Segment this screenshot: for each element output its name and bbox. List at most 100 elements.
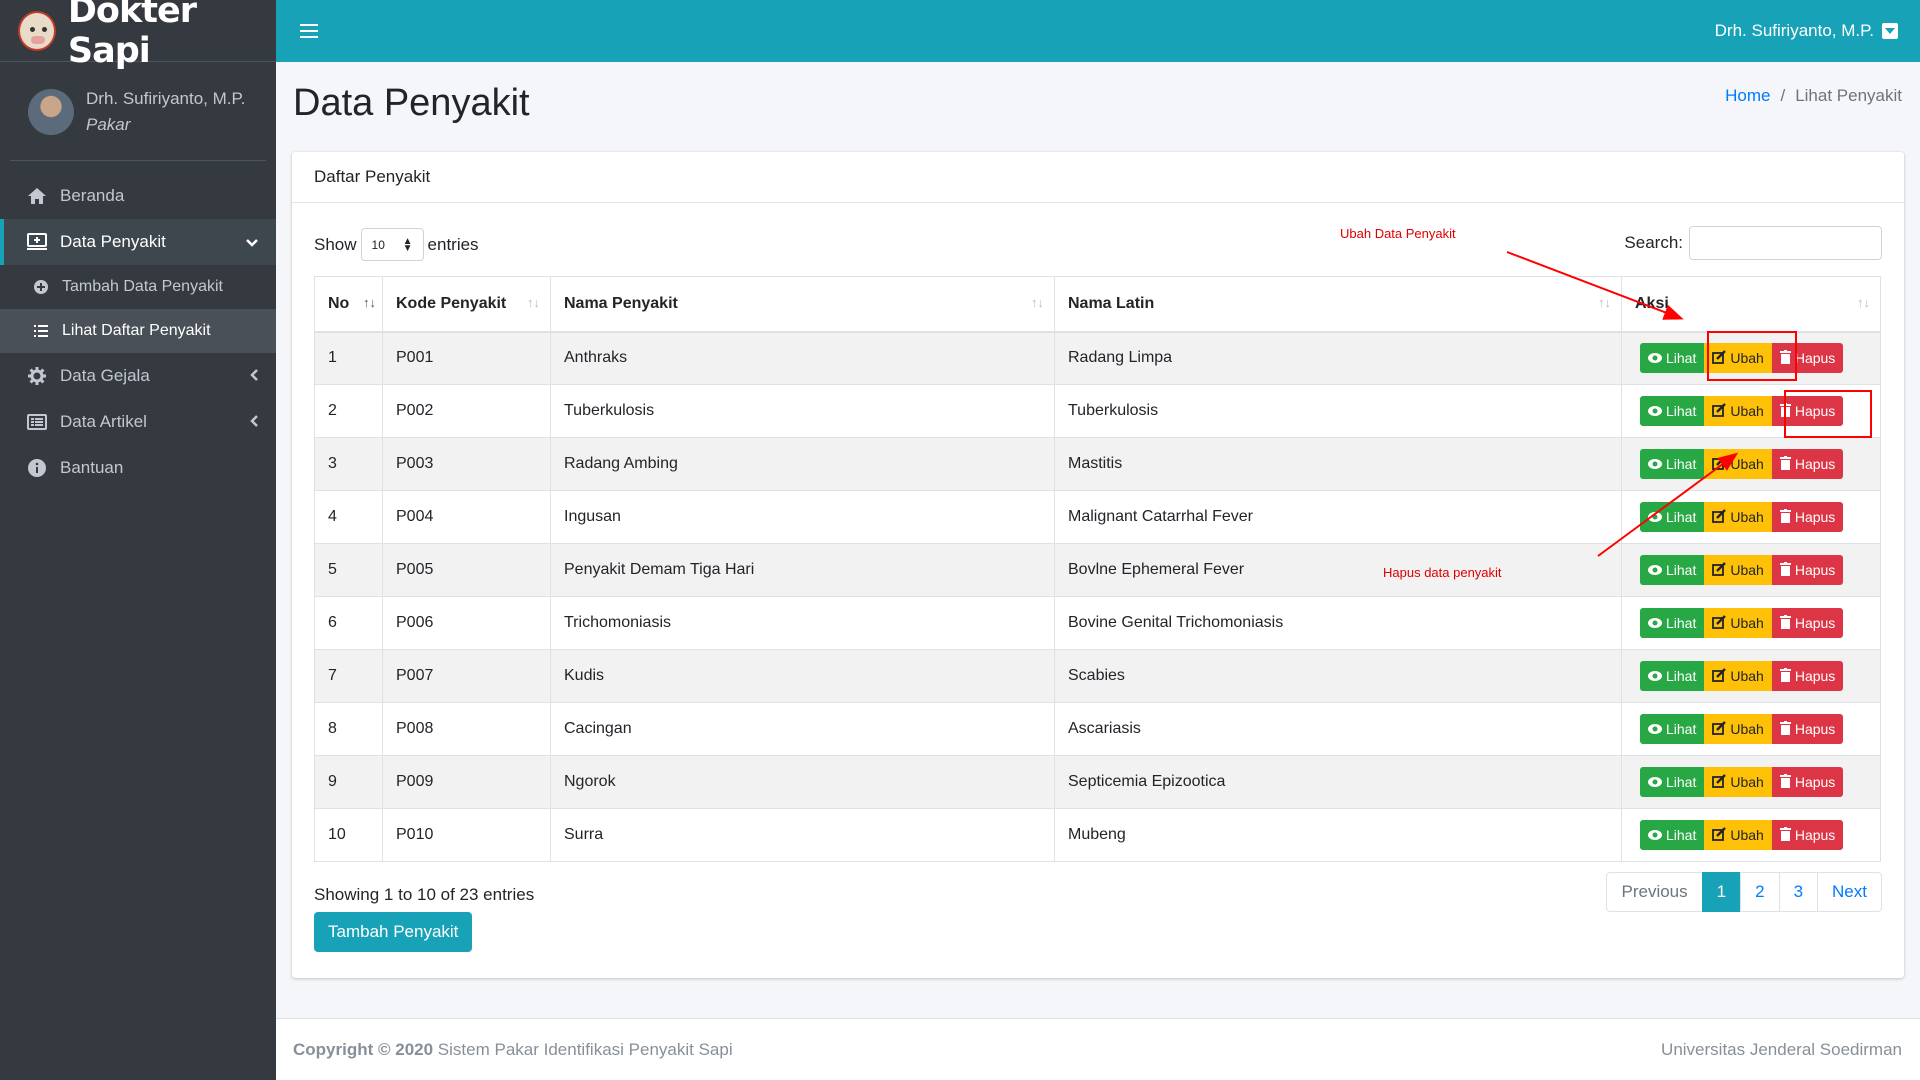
edit-button[interactable]: Ubah xyxy=(1704,661,1772,691)
view-button[interactable]: Lihat xyxy=(1640,767,1705,797)
eye-icon xyxy=(1648,351,1662,366)
card-title: Daftar Penyakit xyxy=(292,152,1904,203)
sidebar-item-data-penyakit[interactable]: Data Penyakit xyxy=(0,219,276,265)
eye-icon xyxy=(1648,404,1662,419)
column-kode[interactable]: Kode Penyakit ↑↓ xyxy=(382,276,551,333)
edit-label: Ubah xyxy=(1730,562,1764,578)
table-row: 8 P008 Cacingan Ascariasis Lihat Ubah Hapus xyxy=(314,702,1881,756)
entries-label: entries xyxy=(427,234,479,254)
edit-button[interactable]: Ubah xyxy=(1704,555,1772,585)
delete-button[interactable]: Hapus xyxy=(1771,449,1844,479)
delete-button[interactable]: Hapus xyxy=(1771,767,1844,797)
edit-button[interactable]: Ubah xyxy=(1704,396,1772,426)
edit-button[interactable]: Ubah xyxy=(1704,449,1772,479)
breadcrumb-home[interactable]: Home xyxy=(1725,86,1770,105)
breadcrumb-separator: / xyxy=(1780,86,1786,105)
sidebar-item-bantuan[interactable]: Bantuan xyxy=(0,445,276,491)
view-button[interactable]: Lihat xyxy=(1640,396,1705,426)
edit-button[interactable]: Ubah xyxy=(1704,767,1772,797)
view-button[interactable]: Lihat xyxy=(1640,820,1705,850)
cell-nama: Radang Ambing xyxy=(550,437,1055,491)
column-aksi[interactable]: Aksi ↑↓ xyxy=(1621,276,1881,333)
view-button[interactable]: Lihat xyxy=(1640,502,1705,532)
column-no[interactable]: No ↑↓ xyxy=(314,276,383,333)
disease-card: Daftar Penyakit Show 10 ▲ ▼ entries Searc… xyxy=(292,152,1904,978)
pagination-page-1[interactable]: 1 xyxy=(1701,872,1742,912)
view-button[interactable]: Lihat xyxy=(1640,714,1705,744)
sidebar-item-data-artikel[interactable]: Data Artikel xyxy=(0,399,276,445)
footer-university: Universitas Jenderal Soedirman xyxy=(1661,1039,1902,1059)
delete-button[interactable]: Hapus xyxy=(1771,608,1844,638)
copyright-year: Copyright © 2020 xyxy=(293,1039,434,1059)
annotation-delete-label: Hapus data penyakit xyxy=(1383,565,1502,580)
avatar xyxy=(28,89,74,135)
delete-button[interactable]: Hapus xyxy=(1771,661,1844,691)
delete-button[interactable]: Hapus xyxy=(1771,714,1844,744)
brand-link[interactable]: Dokter Sapi xyxy=(0,0,276,71)
table-row: 4 P004 Ingusan Malignant Catarrhal Fever Lih… xyxy=(314,490,1881,544)
view-button[interactable]: Lihat xyxy=(1640,449,1705,479)
table-info: Showing 1 to 10 of 23 entries xyxy=(314,885,535,904)
cell-no: 8 xyxy=(314,702,383,756)
sidebar-item-label: Data Gejala xyxy=(60,366,150,385)
sidebar-item-label: Data Artikel xyxy=(60,412,147,431)
edit-button[interactable]: Ubah xyxy=(1704,502,1772,532)
cell-latin: Bovine Genital Trichomoniasis xyxy=(1054,596,1622,650)
edit-label: Ubah xyxy=(1730,509,1764,525)
cell-nama: Cacingan xyxy=(550,702,1055,756)
edit-button[interactable]: Ubah xyxy=(1704,714,1772,744)
table-row: 3 P003 Radang Ambing Mastitis Lihat Ubah Hapus xyxy=(314,437,1881,491)
user-name[interactable]: Drh. Sufiriyanto, M.P. xyxy=(86,86,245,112)
view-button[interactable]: Lihat xyxy=(1640,343,1705,374)
eye-icon xyxy=(1648,457,1662,472)
sidebar-item-data-gejala[interactable]: Data Gejala xyxy=(0,353,276,399)
view-button[interactable]: Lihat xyxy=(1640,555,1705,585)
pagination-previous[interactable]: Previous xyxy=(1606,872,1703,912)
eye-icon xyxy=(1648,775,1662,790)
table-row: 2 P002 Tuberkulosis Tuberkulosis Lihat Ubah Ha… xyxy=(314,384,1881,438)
cell-no: 3 xyxy=(314,437,383,491)
column-latin[interactable]: Nama Latin ↑↓ xyxy=(1054,276,1622,333)
length-control: Show 10 ▲ ▼ entries xyxy=(314,228,479,261)
delete-button[interactable]: Hapus xyxy=(1771,502,1844,532)
sidebar-item-label: Bantuan xyxy=(60,458,124,477)
user-dropdown[interactable]: Drh. Sufiriyanto, M.P. xyxy=(1715,21,1898,41)
table-row: 9 P009 Ngorok Septicemia Epizootica Lihat Uba… xyxy=(314,755,1881,809)
edit-button[interactable]: Ubah xyxy=(1704,820,1772,850)
edit-button[interactable]: Ubah xyxy=(1704,608,1772,638)
sidebar-subitem-lihat[interactable]: Lihat Daftar Penyakit xyxy=(0,309,276,353)
view-label: Lihat xyxy=(1666,774,1697,790)
cell-latin: Mubeng xyxy=(1054,808,1622,862)
sidebar-subitem-tambah[interactable]: Tambah Data Penyakit xyxy=(0,265,276,309)
view-button[interactable]: Lihat xyxy=(1640,608,1705,638)
pagination-page-2[interactable]: 2 xyxy=(1740,872,1780,912)
delete-button[interactable]: Hapus xyxy=(1771,820,1844,850)
plus-circle-icon xyxy=(32,280,50,294)
footer-copyright: Copyright © 2020 Sistem Pakar Identifika… xyxy=(293,1040,733,1060)
trash-icon xyxy=(1779,455,1791,473)
show-label: Show xyxy=(314,234,357,254)
entries-length-select[interactable]: 10 ▲ ▼ xyxy=(360,228,424,261)
edit-icon xyxy=(1712,561,1727,579)
delete-button[interactable]: Hapus xyxy=(1771,555,1844,585)
cell-kode: P003 xyxy=(382,437,551,491)
pagination-page-3[interactable]: 3 xyxy=(1778,872,1819,912)
pagination-next[interactable]: Next xyxy=(1817,872,1882,912)
sidebar-item-beranda[interactable]: Beranda xyxy=(0,173,276,219)
menu-toggle-icon[interactable] xyxy=(300,24,318,38)
view-label: Lihat xyxy=(1666,668,1697,684)
add-disease-button[interactable]: Tambah Penyakit xyxy=(314,912,473,952)
cell-nama: Ingusan xyxy=(550,490,1055,544)
breadcrumb: Home / Lihat Penyakit xyxy=(1725,86,1902,106)
sort-updown-icon: ▲ ▼ xyxy=(402,236,413,254)
sort-asc-icon: ↑↓ xyxy=(363,295,376,310)
cell-aksi: Lihat Ubah Hapus xyxy=(1621,543,1881,597)
column-nama[interactable]: Nama Penyakit ↑↓ xyxy=(550,276,1055,333)
eye-icon xyxy=(1648,669,1662,684)
cell-nama: Surra xyxy=(550,808,1055,862)
eye-icon xyxy=(1648,616,1662,631)
cell-latin: Scabies xyxy=(1054,649,1622,703)
search-input[interactable] xyxy=(1689,226,1882,260)
view-button[interactable]: Lihat xyxy=(1640,661,1705,691)
brand-name: Dokter Sapi xyxy=(67,0,197,71)
